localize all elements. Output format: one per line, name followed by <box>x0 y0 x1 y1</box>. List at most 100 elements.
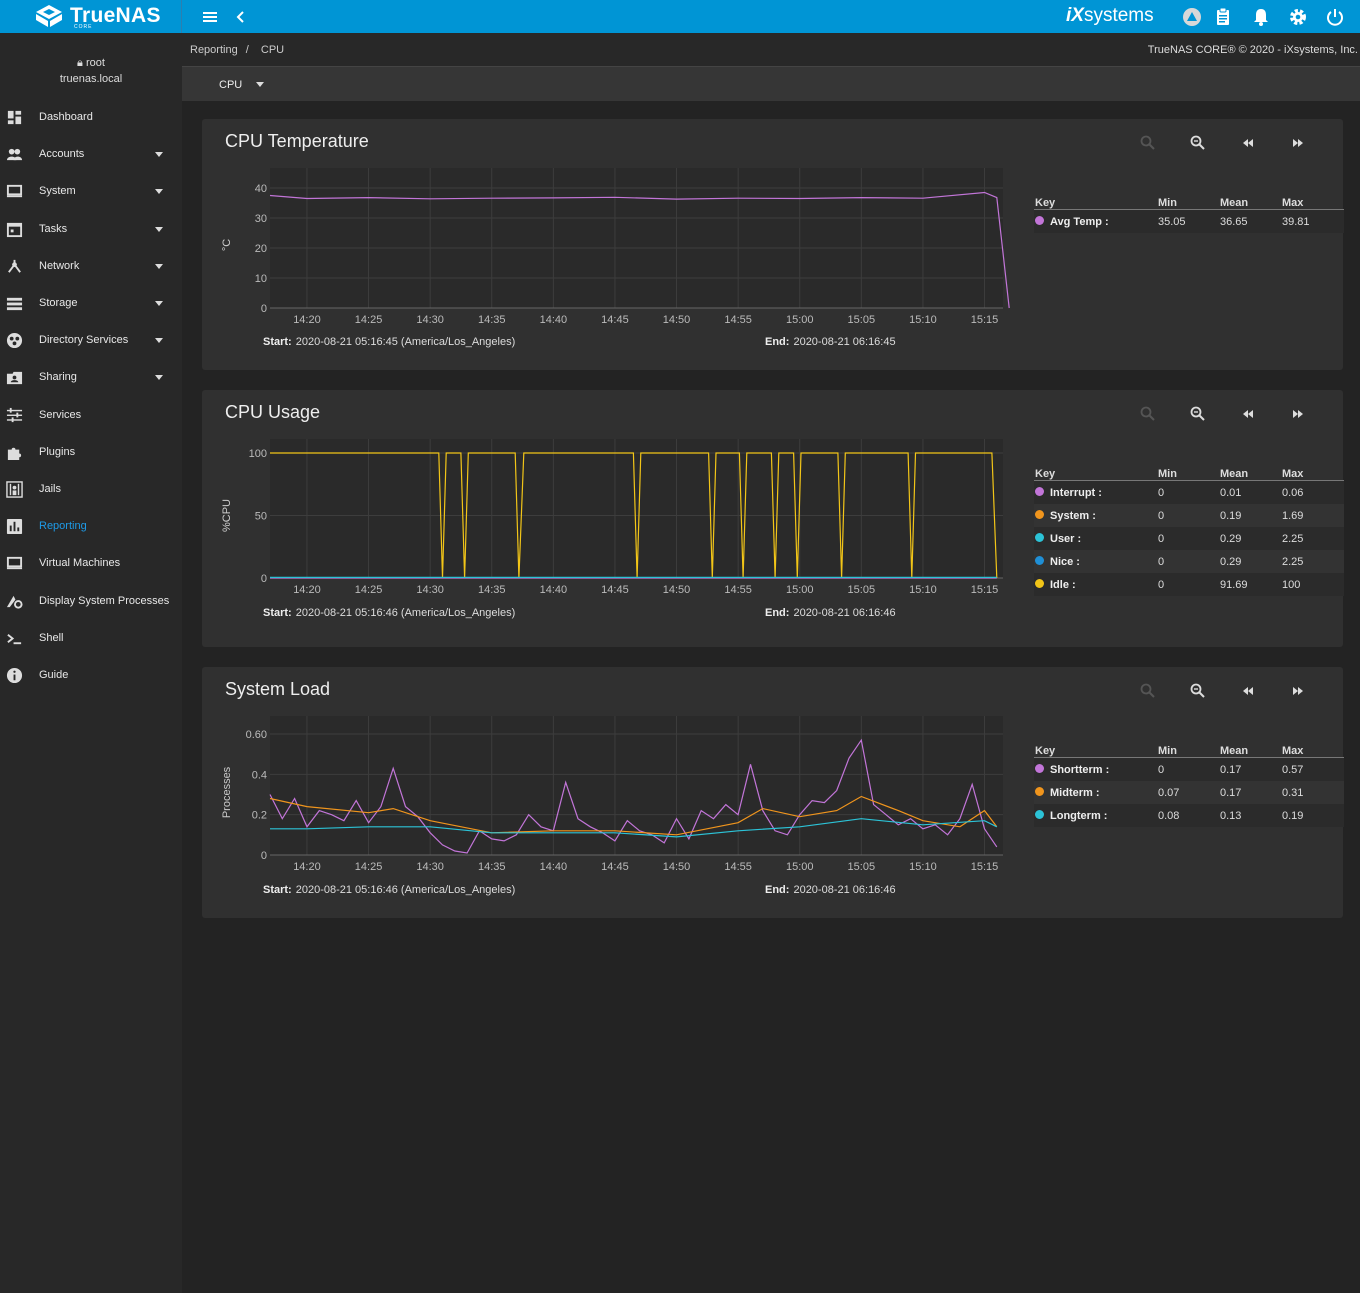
sidebar-item-shell[interactable]: Shell <box>0 620 182 657</box>
legend-mean-value: 0.29 <box>1220 533 1242 545</box>
power-icon[interactable] <box>1324 6 1346 28</box>
legend-min-value: 35.05 <box>1158 216 1186 228</box>
legend-series-name: Interrupt : <box>1050 487 1102 499</box>
sidebar-item-label: System <box>39 185 76 198</box>
x-tick-label: 15:10 <box>909 314 937 326</box>
sidebar-item-jails[interactable]: Jails <box>0 471 182 508</box>
chart-plot[interactable]: 14:20 14:25 14:30 14:35 14:40 14:45 14:50 14:55… <box>202 119 1022 329</box>
zoom-in-icon[interactable] <box>1189 134 1207 152</box>
step-forward-icon[interactable] <box>1289 682 1307 700</box>
start-value: 2020-08-21 05:16:46 (America/Los_Angeles… <box>295 607 516 619</box>
chevron-down-icon[interactable] <box>155 375 163 381</box>
sidebar-item-label: Reporting <box>39 520 87 533</box>
step-back-icon[interactable] <box>1239 682 1257 700</box>
sidebar-item-system[interactable]: System <box>0 173 182 210</box>
sidebar-item-tasks[interactable]: Tasks <box>0 211 182 248</box>
sidebar-item-storage[interactable]: Storage <box>0 285 182 322</box>
legend-series-name: Idle : <box>1050 579 1076 591</box>
clipboard-icon[interactable] <box>1212 6 1234 28</box>
sidebar-item-display-system-processes[interactable]: Display System Processes <box>0 583 182 620</box>
sidebar-item-accounts[interactable]: Accounts <box>0 136 182 173</box>
report-type-select[interactable]: CPU <box>219 79 242 91</box>
zoom-out-icon[interactable] <box>1139 134 1157 152</box>
chart-plot[interactable]: 14:20 14:25 14:30 14:35 14:40 14:45 14:50 14:55… <box>202 390 1022 600</box>
sidebar-item-dashboard[interactable]: Dashboard <box>0 99 182 136</box>
chevron-down-icon[interactable] <box>155 263 163 269</box>
ixsystems-logo[interactable]: iXsystems <box>1066 5 1154 27</box>
legend-mean-value: 91.69 <box>1220 579 1248 591</box>
sidebar-item-virtual-machines[interactable]: Virtual Machines <box>0 545 182 582</box>
report-card-system-load: System Load Start: 2020-08-21 05:16:46 (Am… <box>202 667 1344 918</box>
y-axis-label: %CPU <box>221 499 233 532</box>
sidebar-item-network[interactable]: Network <box>0 248 182 285</box>
chart-toolbar <box>1132 134 1312 152</box>
legend-mean-value: 0.17 <box>1220 764 1242 776</box>
sidebar: 🔒︎ root truenas.local Dashboard Accounts S… <box>0 33 182 1293</box>
chevron-down-icon[interactable] <box>155 301 163 306</box>
step-forward-icon[interactable] <box>1289 134 1307 152</box>
chevron-down-icon[interactable] <box>155 338 163 344</box>
sidebar-item-label: Directory Services <box>39 334 129 347</box>
legend-series-name: Shortterm : <box>1050 764 1110 776</box>
zoom-out-icon[interactable] <box>1139 682 1157 700</box>
step-back-icon[interactable] <box>1239 134 1257 152</box>
x-tick-label: 14:35 <box>478 314 506 326</box>
legend-row: Shortterm : 0 0.17 0.57 <box>1034 758 1344 781</box>
x-tick-label: 14:55 <box>724 584 752 596</box>
x-tick-label: 14:30 <box>416 861 444 873</box>
sidebar-item-guide[interactable]: Guide <box>0 657 182 694</box>
legend-max-value: 0.31 <box>1282 787 1304 799</box>
bell-icon[interactable] <box>1250 6 1272 28</box>
sidebar-item-plugins[interactable]: Plugins <box>0 434 182 471</box>
sidebar-item-label: Storage <box>39 297 78 309</box>
legend-swatch <box>1035 764 1044 773</box>
start-value: 2020-08-21 05:16:46 (America/Los_Angeles… <box>295 884 516 896</box>
legend-max-value: 0.19 <box>1282 810 1304 822</box>
zoom-in-icon[interactable] <box>1189 405 1207 423</box>
sidebar-item-directory-services[interactable]: Directory Services <box>0 322 182 359</box>
legend-row: System : 0 0.19 1.69 <box>1034 504 1344 527</box>
x-tick-label: 14:45 <box>601 314 629 326</box>
network-icon <box>8 259 21 273</box>
legend-row: Interrupt : 0 0.01 0.06 <box>1034 481 1344 504</box>
menu-icon[interactable] <box>199 6 221 28</box>
truenas-logo-icon <box>36 5 62 27</box>
step-forward-icon[interactable] <box>1289 405 1307 423</box>
chevron-down-icon[interactable] <box>256 82 264 87</box>
truenas-logo[interactable]: TrueNAS CORE <box>0 0 182 33</box>
sidebar-item-services[interactable]: Services <box>0 397 182 434</box>
legend-min-value: 0 <box>1158 487 1165 499</box>
chart-toolbar <box>1132 405 1312 423</box>
vm-icon <box>6 557 23 570</box>
report-card-cpu-temperature: CPU Temperature Start: 2020-08-21 05:16:45… <box>202 119 1344 370</box>
legend-mean-value: 0.19 <box>1220 510 1242 522</box>
gear-icon[interactable] <box>1287 6 1309 28</box>
x-tick-label: 15:05 <box>848 584 876 596</box>
legend-swatch <box>1035 810 1044 819</box>
chart-icon <box>6 519 23 535</box>
sidebar-item-reporting[interactable]: Reporting <box>0 508 182 545</box>
sidebar-item-label: Guide <box>39 669 69 681</box>
chevron-down-icon[interactable] <box>155 189 163 195</box>
y-tick-label: 0 <box>261 303 267 315</box>
chevron-down-icon[interactable] <box>155 226 163 232</box>
chart-plot[interactable]: 14:20 14:25 14:30 14:35 14:40 14:45 14:50 14:55… <box>202 667 1022 877</box>
truecommand-icon[interactable] <box>1181 6 1203 28</box>
x-tick-label: 15:10 <box>909 861 937 873</box>
step-back-icon[interactable] <box>1239 405 1257 423</box>
zoom-out-icon[interactable] <box>1139 405 1157 423</box>
breadcrumb-bar: Reporting / CPU TrueNAS CORE® © 2020 - i… <box>182 33 1360 66</box>
user-info: 🔒︎ root truenas.local <box>0 57 182 85</box>
legend-mean-header: Mean <box>1220 197 1249 209</box>
legend-min-value: 0 <box>1158 579 1165 591</box>
legend-max-value: 100 <box>1282 579 1301 591</box>
sidebar-item-sharing[interactable]: Sharing <box>0 359 182 396</box>
legend-min-header: Min <box>1158 197 1177 209</box>
zoom-in-icon[interactable] <box>1189 682 1207 700</box>
x-tick-label: 14:55 <box>724 861 752 873</box>
systems-wordmark: systems <box>1083 5 1154 26</box>
chevron-left-icon[interactable] <box>230 6 252 28</box>
chevron-down-icon[interactable] <box>155 152 163 158</box>
sidebar-item-label: Shell <box>39 631 64 644</box>
breadcrumb-reporting[interactable]: Reporting <box>190 44 238 56</box>
